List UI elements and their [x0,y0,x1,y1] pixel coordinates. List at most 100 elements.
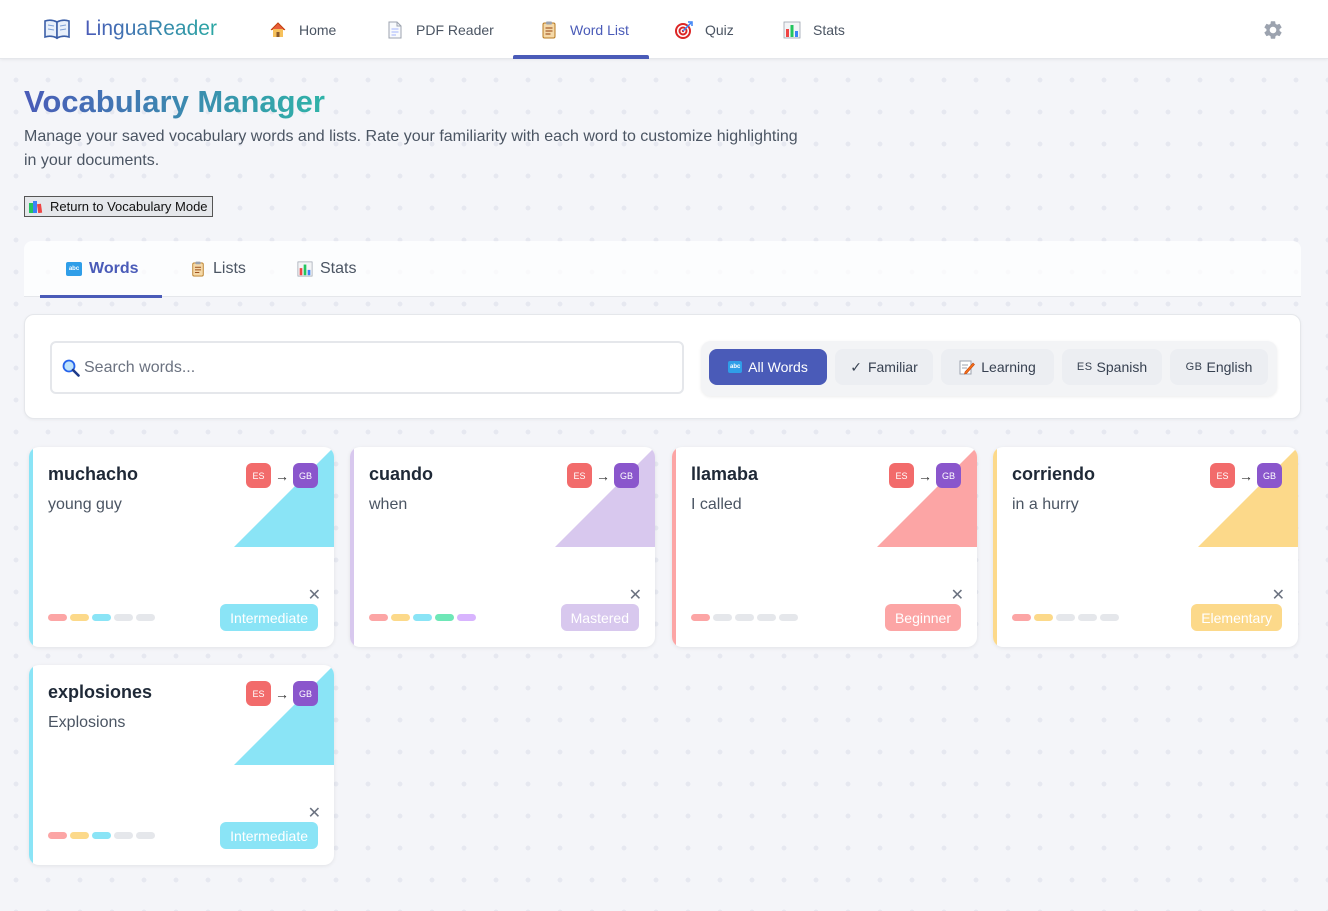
target-language-badge: GB [1257,463,1282,488]
familiarity-rating[interactable] [1012,614,1122,621]
nav-word-list[interactable]: Word List [513,0,649,59]
tab-stats-label: Stats [320,260,357,277]
rating-dot[interactable] [369,614,388,621]
rating-dot[interactable] [757,614,776,621]
abc-icon: abc [66,261,82,277]
tab-words[interactable]: abc Words [39,241,164,298]
remove-word-button[interactable]: ✕ [308,803,321,823]
target-language-badge: GB [936,463,961,488]
target-language-badge: GB [293,463,318,488]
nav-home[interactable]: Home [269,0,336,59]
familiarity-rating[interactable] [48,614,158,621]
rating-dot[interactable] [691,614,710,621]
rating-dot[interactable] [1056,614,1075,621]
remove-word-button[interactable]: ✕ [951,585,964,605]
filter-familiar-button[interactable]: ✓ Familiar [835,349,933,385]
word-text: corriendo [1012,464,1096,484]
remove-word-button[interactable]: ✕ [1272,585,1285,605]
level-badge: Elementary [1191,604,1282,631]
tab-stats[interactable]: Stats [297,241,356,297]
check-icon: ✓ [850,358,862,375]
rating-dot[interactable] [48,832,67,839]
search-input[interactable] [84,358,644,377]
rating-dot[interactable] [435,614,454,621]
rating-dot[interactable] [1012,614,1031,621]
target-icon [675,20,693,39]
source-language-badge: ES [567,463,592,488]
source-language-badge: ES [889,463,914,488]
rating-dot[interactable] [735,614,754,621]
rating-dot[interactable] [713,614,732,621]
rating-dot[interactable] [391,614,410,621]
language-pair: ES → GB [1210,463,1282,488]
filter-button-group: abc All Words ✓ Familiar Learning ES Spa… [701,341,1277,396]
filter-spanish-label: Spanish [1096,359,1148,375]
card-corner-decoration [1198,447,1298,547]
filter-all-words-label: All Words [748,359,808,375]
word-translation: Explosions [48,714,126,731]
filter-learning-label: Learning [981,359,1036,375]
level-badge: Intermediate [220,822,318,849]
nav-pdf-reader-label: PDF Reader [416,21,494,38]
es-flag-icon: ES [1076,361,1093,373]
search-box[interactable] [50,341,684,394]
familiarity-rating[interactable] [369,614,479,621]
brand[interactable]: LinguaReader [44,17,217,41]
bar-chart-icon [783,21,801,39]
top-navbar: LinguaReader Home PDF Reader Word List Q… [0,0,1328,59]
rating-dot[interactable] [92,832,111,839]
filter-spanish-button[interactable]: ES Spanish [1062,349,1162,385]
word-text: llamaba [691,464,759,484]
nav-stats[interactable]: Stats [783,0,845,59]
nav-word-list-label: Word List [570,21,629,38]
rating-dot[interactable] [114,614,133,621]
rating-dot[interactable] [1100,614,1119,621]
rating-dot[interactable] [136,614,155,621]
nav-pdf-reader[interactable]: PDF Reader [386,0,494,59]
nav-stats-label: Stats [813,21,845,38]
word-card[interactable]: corriendo in a hurry ES → GB ✕ Elementar… [993,447,1298,647]
rating-dot[interactable] [70,832,89,839]
language-pair: ES → GB [246,681,318,706]
house-icon [269,21,287,39]
rating-dot[interactable] [1078,614,1097,621]
source-language-badge: ES [246,681,271,706]
nav-quiz[interactable]: Quiz [675,0,734,59]
target-language-badge: GB [293,681,318,706]
gear-icon[interactable] [1262,19,1284,41]
page-description: Manage your saved vocabulary words and l… [24,128,798,169]
familiarity-rating[interactable] [691,614,801,621]
return-button-label: Return to Vocabulary Mode [50,199,208,214]
return-to-vocabulary-mode-button[interactable]: Return to Vocabulary Mode [24,196,213,217]
tab-lists[interactable]: Lists [190,241,246,297]
rating-dot[interactable] [457,614,476,621]
rating-dot[interactable] [114,832,133,839]
word-card[interactable]: explosiones Explosions ES → GB ✕ Interme… [29,665,334,865]
remove-word-button[interactable]: ✕ [308,585,321,605]
word-card[interactable]: cuando when ES → GB ✕ Mastered [350,447,655,647]
rating-dot[interactable] [92,614,111,621]
word-translation: in a hurry [1012,496,1079,513]
familiarity-rating[interactable] [48,832,158,839]
filter-learning-button[interactable]: Learning [941,349,1054,385]
word-card[interactable]: llamaba I called ES → GB ✕ Beginner [672,447,977,647]
word-card[interactable]: muchacho young guy ES → GB ✕ Intermediat… [29,447,334,647]
rating-dot[interactable] [48,614,67,621]
open-book-icon [44,18,70,40]
filter-all-words-button[interactable]: abc All Words [709,349,827,385]
remove-word-button[interactable]: ✕ [629,585,642,605]
tab-words-label: Words [89,260,139,277]
level-badge: Beginner [884,604,961,631]
rating-dot[interactable] [1034,614,1053,621]
level-badge: Mastered [560,604,639,631]
word-text: explosiones [48,682,153,702]
card-corner-decoration [234,665,334,765]
nav-quiz-label: Quiz [705,21,734,38]
rating-dot[interactable] [779,614,798,621]
filter-english-button[interactable]: GB English [1170,349,1268,385]
word-translation: when [369,496,408,513]
rating-dot[interactable] [413,614,432,621]
rating-dot[interactable] [136,832,155,839]
arrow-icon: → [275,685,289,702]
rating-dot[interactable] [70,614,89,621]
